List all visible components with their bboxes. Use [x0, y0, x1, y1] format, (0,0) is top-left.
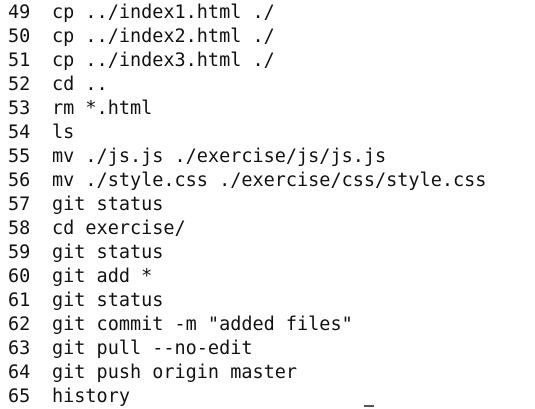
command-text: cd .. [52, 74, 108, 95]
command-text: git push origin master [52, 362, 298, 383]
line-number: 51 [8, 50, 31, 71]
history-line: 56 mv ./style.css ./exercise/css/style.cs… [8, 169, 486, 193]
history-line: 57 git status [8, 193, 486, 217]
line-number: 64 [8, 362, 31, 383]
history-line: 50 cp ../index2.html ./ [8, 25, 486, 49]
history-line: 49 cp ../index1.html ./ [8, 1, 486, 25]
history-line: 60 git add * [8, 265, 486, 289]
command-text: git add * [52, 266, 153, 287]
line-number: 65 [8, 386, 31, 407]
line-number: 55 [8, 146, 31, 167]
history-line: 62 git commit -m "added files" [8, 313, 486, 337]
line-number: 58 [8, 218, 31, 239]
history-line: 53 rm *.html [8, 97, 486, 121]
command-text: mv ./js.js ./exercise/js/js.js [52, 146, 387, 167]
line-number: 57 [8, 194, 31, 215]
command-text: ls [52, 122, 75, 143]
history-line: 58 cd exercise/ [8, 217, 486, 241]
history-line: 54 ls [8, 121, 486, 145]
history-line: 55 mv ./js.js ./exercise/js/js.js [8, 145, 486, 169]
text-cursor [364, 405, 374, 407]
line-number: 53 [8, 98, 31, 119]
command-text: cd exercise/ [52, 218, 186, 239]
history-line: 52 cd .. [8, 73, 486, 97]
command-text: git status [52, 290, 164, 311]
history-line: 51 cp ../index3.html ./ [8, 49, 486, 73]
command-text: git pull --no-edit [52, 338, 253, 359]
command-text: cp ../index1.html ./ [52, 2, 275, 23]
command-text: rm *.html [52, 98, 153, 119]
history-list: 49 cp ../index1.html ./ 50 cp ../index2.ht… [8, 1, 486, 409]
command-text: git status [52, 242, 164, 263]
line-number: 60 [8, 266, 31, 287]
line-number: 63 [8, 338, 31, 359]
line-number: 50 [8, 26, 31, 47]
command-text: git commit -m "added files" [52, 314, 353, 335]
command-text: history [52, 386, 130, 407]
history-line: 61 git status [8, 289, 486, 313]
command-text: cp ../index2.html ./ [52, 26, 275, 47]
command-text: cp ../index3.html ./ [52, 50, 275, 71]
line-number: 56 [8, 170, 31, 191]
command-text: mv ./style.css ./exercise/css/style.css [52, 170, 487, 191]
line-number: 61 [8, 290, 31, 311]
line-number: 62 [8, 314, 31, 335]
history-line: 59 git status [8, 241, 486, 265]
line-number: 59 [8, 242, 31, 263]
line-number: 52 [8, 74, 31, 95]
history-line: 65 history [8, 385, 486, 409]
line-number: 49 [8, 2, 31, 23]
command-text: git status [52, 194, 164, 215]
line-number: 54 [8, 122, 31, 143]
terminal-output[interactable]: 49 cp ../index1.html ./ 50 cp ../index2.ht… [0, 0, 535, 409]
history-line: 64 git push origin master [8, 361, 486, 385]
history-line: 63 git pull --no-edit [8, 337, 486, 361]
